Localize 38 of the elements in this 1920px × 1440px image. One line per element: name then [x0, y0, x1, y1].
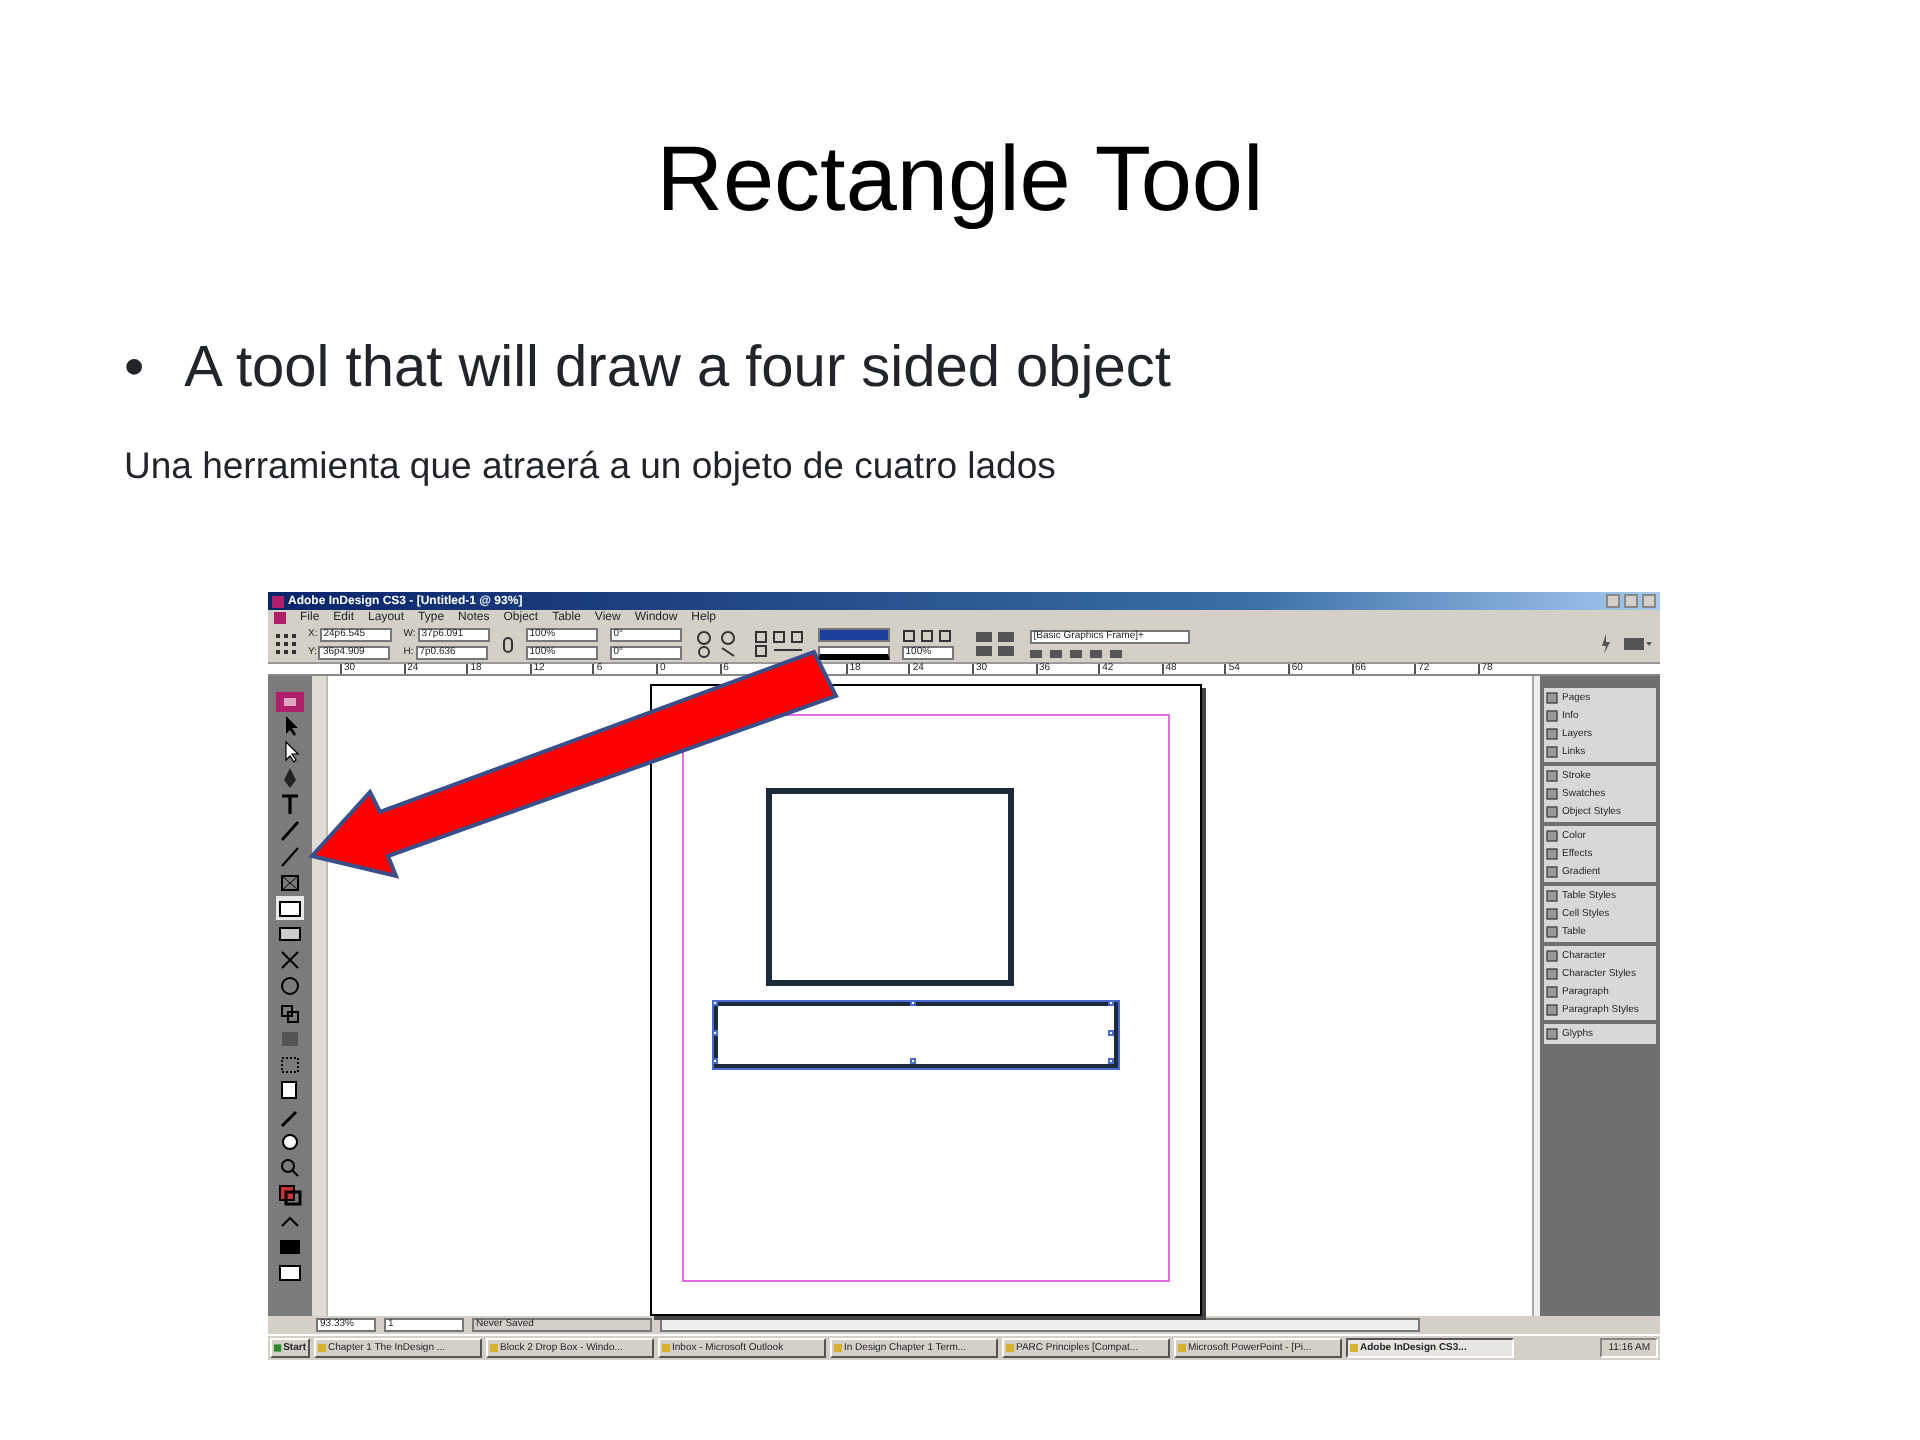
window-icon: [662, 1344, 670, 1352]
slide-title: Rectangle Tool: [654, 124, 1266, 234]
bullet-text: A tool that will draw a four sided object: [184, 334, 1171, 405]
scissors-icon[interactable]: [276, 948, 304, 972]
fitting-icon[interactable]: [973, 630, 1018, 658]
rectangle-icon[interactable]: [276, 896, 304, 920]
zoom-icon[interactable]: [276, 1156, 304, 1180]
line-icon[interactable]: [276, 844, 304, 868]
panel-menu-icon[interactable]: [1624, 636, 1652, 652]
free-transform-icon[interactable]: [276, 1052, 304, 1076]
horizontal-scrollbar[interactable]: [660, 1318, 1420, 1332]
link-icon[interactable]: [501, 635, 514, 653]
window-icon: [1178, 1344, 1186, 1352]
reference-point-icon[interactable]: [276, 634, 296, 654]
lightning-icon[interactable]: [1600, 634, 1612, 654]
button-icon[interactable]: [276, 922, 304, 946]
stroke-field[interactable]: [817, 628, 890, 642]
type-icon[interactable]: [276, 792, 304, 816]
windows-flag-icon: [274, 1344, 282, 1352]
frame-icon[interactable]: [276, 870, 304, 894]
window-icon: [1350, 1344, 1358, 1352]
stroke-weight-field[interactable]: [817, 646, 890, 660]
rectangle-frame[interactable]: [714, 1002, 1118, 1068]
app-logo-icon: [276, 692, 304, 712]
fill-stroke-icon[interactable]: [276, 1182, 304, 1206]
vertical-scrollbar[interactable]: [1532, 676, 1540, 1316]
app-icon: [272, 595, 284, 607]
bullet-mark: •: [124, 334, 145, 405]
window-icon: [490, 1344, 498, 1352]
pencil-icon[interactable]: [276, 818, 304, 842]
window-icon: [834, 1344, 842, 1352]
document-icon: [274, 612, 286, 624]
window-icon: [1006, 1344, 1014, 1352]
transform-icon[interactable]: [753, 630, 806, 658]
rectangle-frame[interactable]: [766, 788, 1014, 986]
window-icon: [318, 1344, 326, 1352]
scale-icon[interactable]: [276, 1000, 304, 1024]
slide-text: Una herramienta que atraerá a un objeto de cuatro lados: [124, 441, 1058, 490]
